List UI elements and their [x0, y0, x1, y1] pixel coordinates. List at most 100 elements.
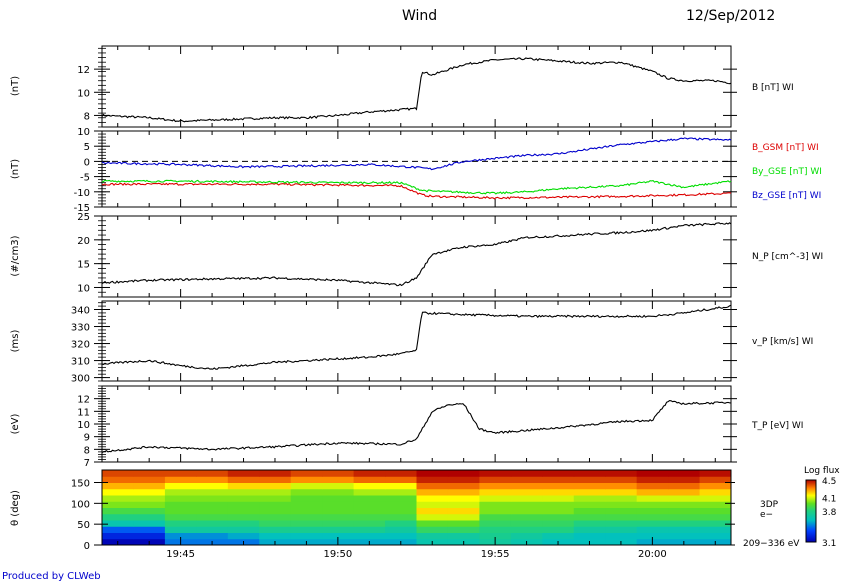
heatmap-cell [573, 482, 606, 490]
heatmap-cell [133, 501, 166, 508]
heatmap-cell [322, 495, 355, 502]
instrument-label: 3DP [760, 500, 779, 510]
heatmap-cell [668, 495, 701, 502]
panel-frame [101, 45, 732, 128]
heatmap-cell [699, 532, 732, 540]
heatmap-cell [699, 526, 732, 533]
heatmap-cell [196, 520, 229, 527]
heatmap-cell [353, 520, 386, 527]
panel-frame [101, 215, 732, 298]
heatmap-cell [290, 482, 323, 490]
heatmap-cell [385, 495, 417, 502]
heatmap-cell [573, 507, 606, 515]
y-tick-label: 12 [77, 65, 90, 76]
panel-frame [101, 385, 732, 463]
heatmap-cell [290, 476, 323, 483]
heatmap-cell [196, 482, 229, 490]
heatmap-cell [385, 488, 417, 496]
heatmap-cell [668, 488, 701, 496]
y-axis-label: (ms) [10, 330, 21, 353]
heatmap-cell [196, 532, 229, 540]
heatmap-cell [668, 532, 701, 540]
x-tick-label: 19:45 [166, 549, 195, 560]
plot-figure: 81012(nT) B [nT] WI-15-10-50510(nT)B_GSM … [10, 45, 840, 560]
heatmap-cell [322, 482, 355, 490]
heatmap-cell [322, 488, 355, 496]
y-tick-label: 10 [77, 88, 90, 99]
heatmap-cell [699, 482, 732, 490]
heatmap-cell [353, 501, 386, 508]
legend-label: B_GSM [nT] WI [752, 143, 819, 153]
y-tick-label: 8 [84, 111, 90, 122]
heatmap-cell [322, 470, 355, 477]
heatmap-cell [573, 495, 606, 502]
legend-label: B [nT] WI [752, 83, 794, 93]
heatmap-cell [290, 495, 323, 502]
heatmap-cell [133, 482, 166, 490]
heatmap-cell [102, 495, 134, 502]
y-tick-label: 50 [77, 520, 90, 531]
heatmap-cell [290, 501, 323, 508]
y-tick-label: 0 [84, 157, 90, 168]
heatmap-cell [668, 501, 701, 508]
y-tick-label: 15 [77, 260, 90, 271]
heatmap-cell [353, 488, 386, 496]
species-label: e− [760, 510, 773, 520]
x-tick-label: 19:50 [323, 549, 352, 560]
heatmap-cell [447, 488, 480, 496]
colorbar-tick-label: 4.1 [822, 495, 836, 505]
panel-4: 300 310 320 330 340 (ms) v_P [km/s] WI [10, 300, 813, 385]
heatmap-cell [636, 526, 669, 533]
heatmap-cell [385, 470, 417, 477]
heatmap-cell [353, 507, 386, 515]
heatmap-cell [227, 470, 260, 477]
heatmap-cell [322, 520, 355, 527]
heatmap-cell [447, 501, 480, 508]
heatmap-cell [133, 526, 166, 533]
heatmap-cell [133, 470, 166, 477]
heatmap-cell [416, 501, 449, 508]
heatmap-cell [510, 507, 543, 515]
heatmap-cell [196, 526, 229, 533]
heatmap-cell [227, 520, 260, 527]
heatmap-cell [479, 495, 512, 502]
heatmap-cell [573, 476, 606, 483]
y-tick-label: 150 [71, 479, 90, 490]
heatmap-cell [133, 513, 166, 521]
y-tick-label: 20 [77, 236, 90, 247]
heatmap-cell [636, 507, 669, 515]
heatmap-cell [573, 532, 606, 540]
panel-1: 8 10 12 (nT) B [nT] WI [10, 45, 794, 128]
heatmap-cell [416, 470, 449, 477]
heatmap-cell [479, 526, 512, 533]
heatmap-cell [605, 482, 638, 490]
colorbar [805, 479, 817, 543]
y-tick-label: 10 [77, 283, 90, 294]
heatmap-cell [322, 513, 355, 521]
heatmap-cell [227, 507, 260, 515]
heatmap-cell [668, 482, 701, 490]
heatmap-cell [416, 495, 449, 502]
energy-label: 209−336 eV [743, 539, 800, 549]
heatmap-cell [102, 513, 134, 521]
heatmap-cell [164, 495, 197, 502]
heatmap-cell [322, 526, 355, 533]
heatmap-cell [668, 470, 701, 477]
heatmap-cell [385, 513, 417, 521]
x-tick-label: 20:00 [638, 549, 667, 560]
heatmap-cell [259, 476, 292, 483]
panel-6: 0 50 100 150 19:45 19:50 19:55 20:00 θ (deg) 3DPe… [10, 466, 840, 560]
heatmap-cell [699, 488, 732, 496]
heatmap-cell [636, 501, 669, 508]
series-line-2-1 [101, 182, 732, 200]
heatmap-cell [259, 495, 292, 502]
legend-label: v_P [km/s] WI [752, 337, 813, 347]
heatmap-cell [133, 532, 166, 540]
heatmap-cell [102, 476, 134, 483]
heatmap-cell [699, 520, 732, 527]
heatmap-cell [479, 470, 512, 477]
heatmap-cell [227, 482, 260, 490]
heatmap-cell [542, 495, 575, 502]
heatmap-cell [636, 495, 669, 502]
heatmap-cell [385, 482, 417, 490]
